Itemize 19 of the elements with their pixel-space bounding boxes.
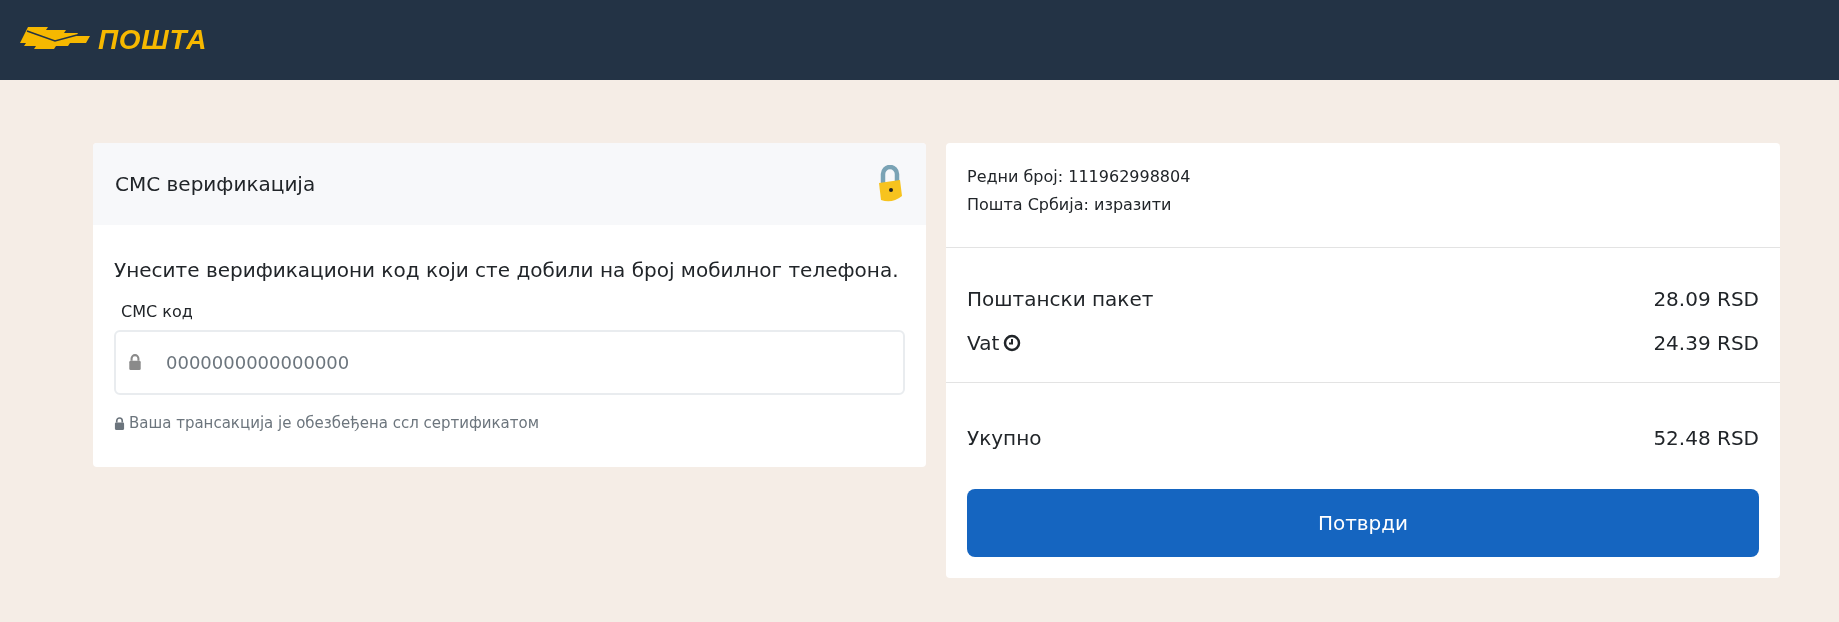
- item-amount: 24.39 RSD: [1653, 330, 1759, 357]
- instruction-text: Унесите верификациони код који сте добили на број мобилног телефона.: [114, 257, 900, 284]
- padlock-icon: [876, 165, 904, 203]
- total-label: Укупно: [967, 425, 1042, 452]
- field-label: СМС код: [121, 301, 194, 323]
- order-info-text: Редни број: 111962998804: [967, 166, 1192, 188]
- item-label: Vat: [967, 330, 1000, 357]
- item-label: Поштански пакет: [967, 286, 1154, 313]
- card-title: СМС верификација: [115, 171, 316, 198]
- item-amount: 28.09 RSD: [1653, 286, 1759, 313]
- confirm-button[interactable]: Потврди: [967, 489, 1759, 557]
- clock-icon: [1003, 334, 1022, 352]
- order-info-text: Пошта Србија: изразити: [967, 194, 1173, 216]
- lock-icon: [114, 416, 125, 430]
- security-note: Ваша трансакција је обезбеђена ссл сертификатом: [129, 413, 540, 434]
- lock-icon: [128, 354, 142, 370]
- logo-text: ПОШТА: [98, 23, 208, 57]
- sms-code-field[interactable]: 0000000000000000: [114, 330, 905, 395]
- total-amount: 52.48 RSD: [1653, 425, 1759, 452]
